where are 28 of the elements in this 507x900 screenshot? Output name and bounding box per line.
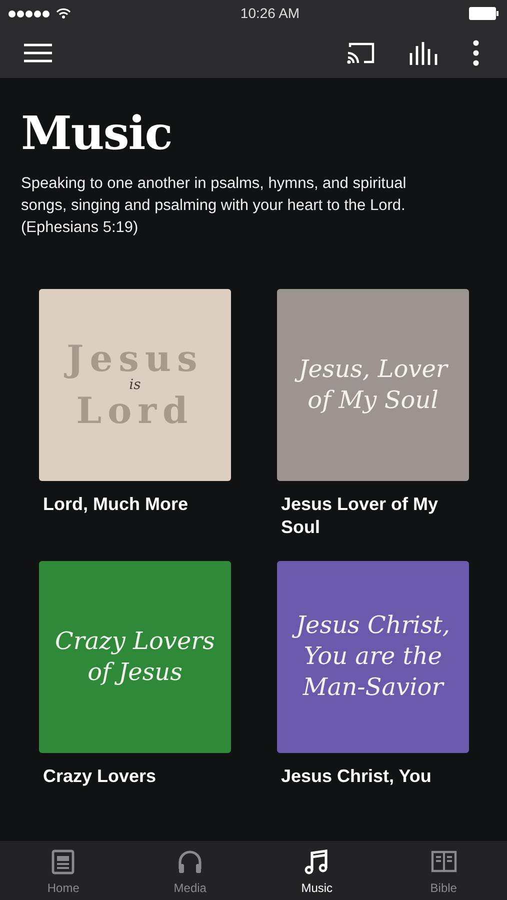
cover-text: Crazy Lovers of Jesus	[55, 626, 215, 688]
status-time: 10:26 AM	[240, 4, 300, 23]
menu-button[interactable]	[24, 42, 52, 62]
music-note-icon	[304, 849, 330, 875]
page-title: Music	[21, 108, 173, 159]
album-title[interactable]: Lord, Much More	[39, 492, 219, 516]
album-cover[interactable]: Jesus Christ, You are the Man-Savior	[277, 560, 469, 753]
tab-button[interactable]: Media	[126, 841, 254, 900]
equalizer-button[interactable]	[409, 40, 439, 64]
tab-button[interactable]: Bible	[380, 841, 507, 900]
cover-text: Jesus, Lover of My Soul	[293, 354, 453, 416]
book-icon	[430, 849, 457, 875]
page-description: Speaking to one another in psalms, hymns, and spiritual songs, singing and psalming with your heart to the Lord. (Ephesians 5:19)	[21, 174, 408, 238]
headphones-icon	[177, 849, 204, 875]
cast-button[interactable]	[347, 40, 375, 64]
tab-button[interactable]: Home	[0, 841, 127, 900]
tab-button[interactable]: Music	[254, 841, 380, 900]
battery-icon	[469, 7, 499, 20]
album-title[interactable]: Crazy Lovers	[39, 764, 219, 788]
cover-script-text: is	[129, 376, 141, 393]
cover-text: Jesus Christ, You are the Man-Savior	[293, 610, 453, 704]
signal-icon	[8, 10, 52, 18]
wifi-icon	[56, 8, 71, 19]
album-cover[interactable]: Crazy Lovers of Jesus	[39, 560, 231, 753]
more-options-button[interactable]	[473, 40, 479, 66]
document-icon	[50, 849, 76, 875]
album-title[interactable]: Jesus Christ, You	[277, 764, 457, 788]
album-title[interactable]: Jesus Lover of My Soul	[277, 492, 457, 539]
